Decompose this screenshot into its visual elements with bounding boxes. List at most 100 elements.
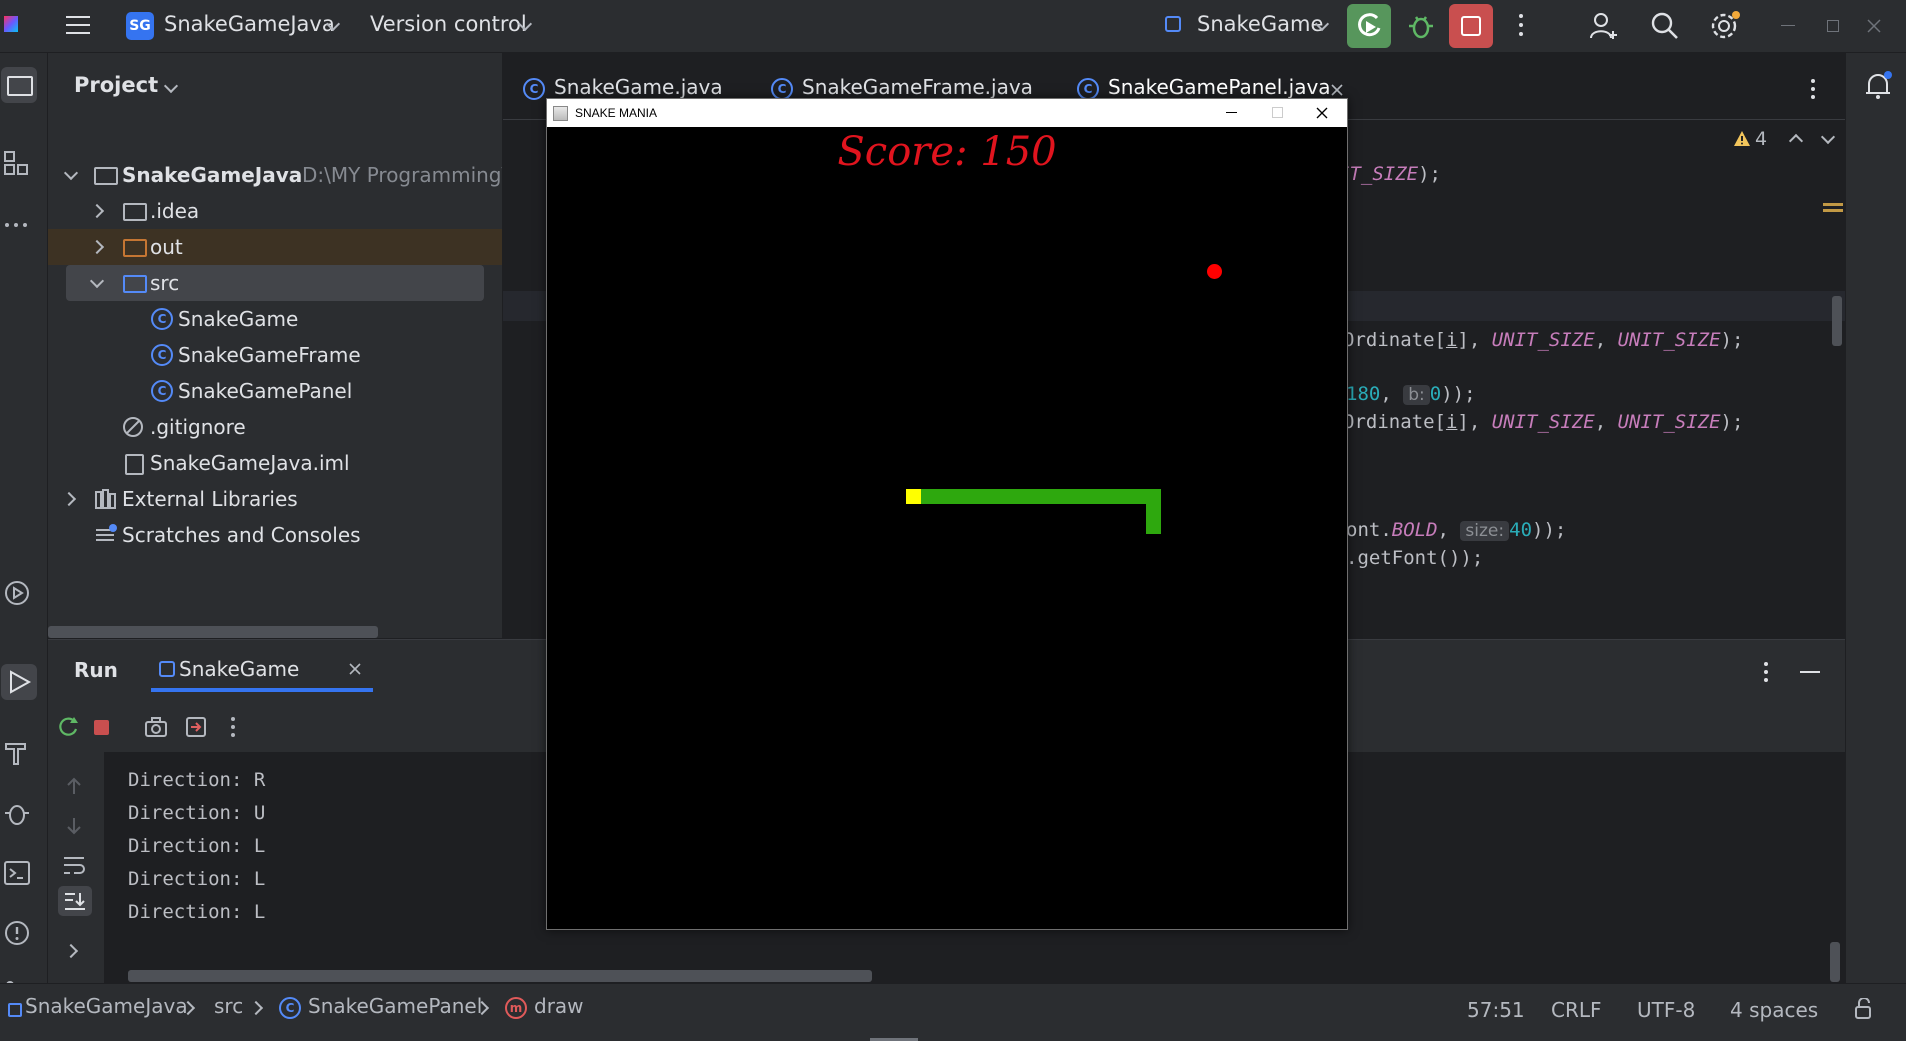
scroll-to-end-button[interactable] bbox=[58, 886, 92, 916]
run-config-icon bbox=[159, 661, 175, 677]
breadcrumb-item[interactable]: src bbox=[214, 994, 243, 1018]
minimize-window-icon[interactable] bbox=[1781, 25, 1795, 26]
code-token: ); bbox=[1418, 163, 1441, 185]
restore-window-icon[interactable] bbox=[1827, 20, 1839, 32]
hide-panel-icon[interactable] bbox=[1800, 671, 1820, 673]
main-menu-icon[interactable] bbox=[66, 14, 90, 36]
chevron-down-icon bbox=[163, 78, 179, 94]
next-highlight-icon[interactable] bbox=[1820, 129, 1836, 145]
close-window-icon[interactable] bbox=[1867, 19, 1881, 33]
tree-row-snakegamepanel[interactable]: C SnakeGamePanel bbox=[48, 373, 502, 409]
tree-root-path: D:\MY Programming\S bbox=[302, 163, 502, 187]
tree-row-gitignore[interactable]: .gitignore bbox=[48, 409, 502, 445]
arrow-down-icon[interactable] bbox=[64, 816, 84, 836]
code-token: i bbox=[1445, 411, 1458, 433]
lock-icon[interactable] bbox=[1854, 998, 1874, 1020]
tree-root-name: SnakeGameJava bbox=[122, 163, 303, 187]
tree-item-label: .idea bbox=[150, 199, 200, 223]
structure-icon[interactable] bbox=[4, 151, 30, 177]
more-tools-icon[interactable] bbox=[5, 223, 31, 229]
class-icon: C bbox=[523, 78, 545, 100]
tab-label: SnakeGamePanel.java bbox=[1108, 75, 1331, 99]
chevron-right-icon[interactable] bbox=[63, 943, 79, 959]
tree-row-external-libraries[interactable]: External Libraries bbox=[48, 481, 502, 517]
rerun-icon bbox=[1358, 13, 1381, 37]
rerun-icon[interactable] bbox=[56, 715, 80, 739]
horizontal-scrollbar[interactable] bbox=[48, 626, 378, 638]
exit-icon[interactable] bbox=[185, 716, 207, 738]
tree-row-scratches[interactable]: Scratches and Consoles bbox=[48, 517, 502, 553]
services-icon[interactable] bbox=[3, 579, 31, 607]
more-actions-icon[interactable] bbox=[1519, 14, 1525, 38]
method-icon: m bbox=[505, 997, 527, 1019]
folder-icon bbox=[7, 76, 33, 96]
code-token: ont. bbox=[1346, 519, 1392, 541]
code-token: UNIT_SIZE bbox=[1491, 329, 1595, 351]
maximize-window-icon[interactable] bbox=[1272, 107, 1283, 118]
close-window-icon[interactable] bbox=[1316, 107, 1328, 119]
warnings-count: 4 bbox=[1755, 128, 1768, 150]
prev-highlight-icon[interactable] bbox=[1788, 133, 1804, 149]
run-tab-snakegame[interactable]: SnakeGame bbox=[151, 654, 373, 692]
debug-icon[interactable] bbox=[1407, 12, 1435, 40]
console-vscrollbar[interactable] bbox=[1830, 942, 1840, 982]
scroll-to-end-icon bbox=[65, 893, 85, 910]
tree-row-out[interactable]: out bbox=[48, 229, 502, 265]
console-hscrollbar[interactable] bbox=[128, 970, 872, 982]
code-token: 40 bbox=[1509, 519, 1533, 541]
more-actions-icon[interactable] bbox=[231, 717, 237, 739]
close-tab-icon[interactable] bbox=[349, 663, 361, 675]
file-encoding[interactable]: UTF-8 bbox=[1637, 998, 1695, 1022]
breadcrumb-item[interactable]: SnakeGameJava bbox=[25, 994, 188, 1018]
console-line: Direction: U bbox=[128, 802, 266, 824]
tree-row-snakegame[interactable]: C SnakeGame bbox=[48, 301, 502, 337]
tree-row-src[interactable]: src bbox=[66, 265, 484, 301]
search-icon[interactable] bbox=[1650, 11, 1680, 41]
terminal-icon[interactable] bbox=[3, 859, 31, 887]
module-icon bbox=[8, 1003, 22, 1017]
tree-row-idea[interactable]: .idea bbox=[48, 193, 502, 229]
tree-row-iml[interactable]: SnakeGameJava.iml bbox=[48, 445, 502, 481]
code-token: ); bbox=[1720, 411, 1744, 433]
code-token: 0 bbox=[1429, 383, 1442, 405]
indent-setting[interactable]: 4 spaces bbox=[1730, 998, 1818, 1022]
module-file-icon bbox=[125, 454, 144, 475]
stop-icon[interactable] bbox=[94, 720, 109, 735]
tree-row-root[interactable]: SnakeGameJava D:\MY Programming\S bbox=[48, 157, 502, 193]
problems-icon[interactable] bbox=[3, 919, 31, 947]
screenshot-camera-icon[interactable] bbox=[144, 716, 168, 738]
settings-gear-icon[interactable] bbox=[1710, 10, 1742, 42]
close-tab-icon[interactable] bbox=[1331, 84, 1343, 96]
rerun-button[interactable] bbox=[1347, 4, 1391, 48]
left-tool-strip bbox=[0, 53, 48, 1005]
run-config-icon bbox=[1165, 16, 1181, 32]
add-user-icon[interactable] bbox=[1589, 11, 1619, 41]
build-hammer-icon[interactable] bbox=[3, 739, 31, 767]
console-line: Direction: L bbox=[128, 868, 266, 890]
stop-button[interactable] bbox=[1449, 4, 1493, 48]
breadcrumb-item[interactable]: SnakeGamePanel bbox=[308, 994, 482, 1018]
chevron-right-icon bbox=[89, 203, 105, 219]
editor-scrollbar[interactable] bbox=[1832, 296, 1842, 346]
notifications-bell-icon[interactable] bbox=[1863, 71, 1893, 101]
tree-row-snakegameframe[interactable]: C SnakeGameFrame bbox=[48, 337, 502, 373]
project-tool-button[interactable] bbox=[1, 67, 37, 103]
code-token: , bbox=[1437, 519, 1461, 541]
tab-more-icon[interactable] bbox=[1811, 79, 1817, 103]
breadcrumb-item[interactable]: draw bbox=[534, 994, 584, 1018]
soft-wrap-icon[interactable] bbox=[62, 854, 86, 876]
run-tool-button[interactable] bbox=[1, 664, 37, 700]
minimize-window-icon[interactable] bbox=[1226, 112, 1237, 113]
code-token: BOLD bbox=[1391, 519, 1438, 541]
intellij-logo-icon[interactable] bbox=[4, 16, 18, 32]
caret-position[interactable]: 57:51 bbox=[1467, 998, 1525, 1022]
tree-item-label: out bbox=[150, 235, 183, 259]
code-token: i bbox=[1445, 329, 1458, 351]
score-label: Score: 150 bbox=[837, 129, 1057, 175]
line-ending[interactable]: CRLF bbox=[1551, 998, 1602, 1022]
code-token: , bbox=[1380, 383, 1404, 405]
title-bar: SG SnakeGameJava Version control SnakeGa… bbox=[0, 0, 1906, 53]
run-panel-options-icon[interactable] bbox=[1764, 662, 1770, 684]
arrow-up-icon[interactable] bbox=[64, 776, 84, 796]
debug-tool-icon[interactable] bbox=[3, 799, 31, 827]
